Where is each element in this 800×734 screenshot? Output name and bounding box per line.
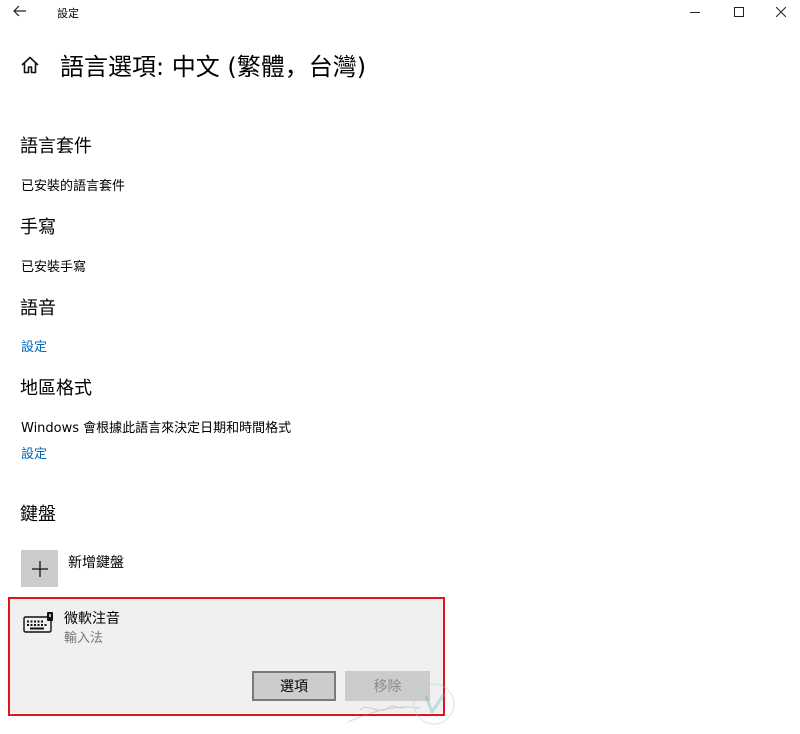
close-icon bbox=[776, 7, 786, 17]
speech-settings-link[interactable]: 設定 bbox=[21, 336, 47, 355]
add-keyboard-label[interactable]: 新增鍵盤 bbox=[68, 552, 124, 572]
close-button[interactable] bbox=[758, 0, 800, 24]
maximize-button[interactable] bbox=[716, 0, 762, 24]
maximize-icon bbox=[734, 7, 744, 17]
minimize-icon bbox=[690, 12, 700, 13]
minimize-button[interactable] bbox=[672, 0, 718, 24]
handwriting-heading: 手寫 bbox=[20, 217, 56, 238]
keyboard-item-name: 微軟注音 bbox=[64, 611, 120, 627]
regional-format-description: Windows 會根據此語言來決定日期和時間格式 bbox=[21, 421, 292, 436]
language-pack-heading: 語言套件 bbox=[20, 136, 92, 157]
back-arrow-icon[interactable] bbox=[8, 2, 32, 22]
plus-icon bbox=[31, 560, 48, 577]
title-bar: 設定 bbox=[0, 0, 800, 26]
language-pack-status: 已安裝的語言套件 bbox=[21, 179, 126, 194]
options-button[interactable]: 選項 bbox=[252, 671, 336, 701]
watermark-logo bbox=[340, 682, 460, 730]
regional-format-settings-link[interactable]: 設定 bbox=[21, 443, 47, 462]
add-keyboard-button[interactable] bbox=[21, 550, 58, 587]
keyboard-heading: 鍵盤 bbox=[20, 504, 56, 525]
keyboard-item-subtitle: 輸入法 bbox=[64, 631, 104, 646]
window-title: 設定 bbox=[57, 7, 79, 20]
home-icon[interactable] bbox=[18, 53, 42, 77]
page-title: 語言選項: 中文 (繁體，台灣) bbox=[60, 53, 367, 81]
regional-format-heading: 地區格式 bbox=[20, 378, 92, 399]
speech-heading: 語音 bbox=[20, 298, 56, 319]
handwriting-status: 已安裝手寫 bbox=[21, 260, 87, 275]
keyboard-icon bbox=[23, 611, 55, 635]
